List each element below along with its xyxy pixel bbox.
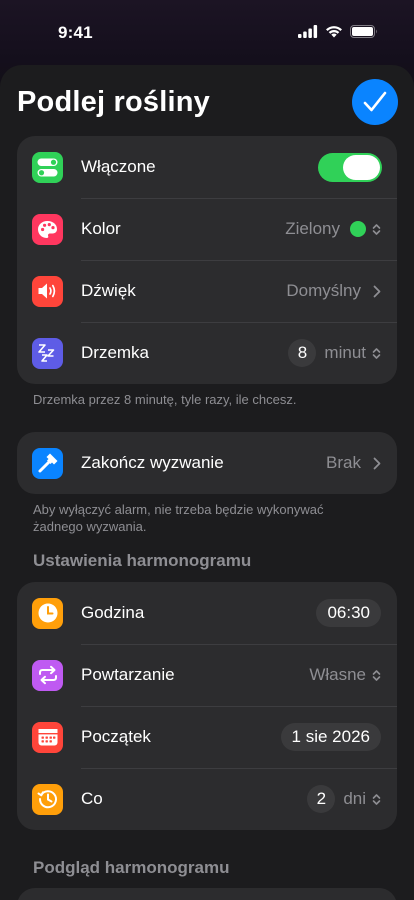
- wifi-icon: [326, 26, 342, 38]
- color-picker[interactable]: Zielony: [285, 219, 381, 239]
- challenge-group: Zakończ wyzwanie Brak: [17, 432, 397, 494]
- chevron-right-icon: [373, 457, 381, 469]
- start-label: Początek: [81, 727, 151, 746]
- color-label: Kolor: [81, 219, 121, 238]
- page-title: Podlej rośliny: [17, 86, 210, 118]
- challenge-footnote: Aby wyłączyć alarm, nie trzeba będzie wy…: [33, 502, 324, 534]
- repeat-icon: [32, 659, 63, 691]
- challenge-value: Brak: [326, 453, 361, 472]
- toggle-icon: [32, 151, 63, 183]
- snooze-label: Drzemka: [81, 343, 150, 362]
- snooze-unit: minut: [324, 343, 366, 362]
- calendar-icon: [32, 721, 63, 753]
- every-row: Co 2 dni: [17, 768, 397, 830]
- enabled-label: Włączone: [81, 157, 156, 176]
- sound-value: Domyślny: [286, 281, 361, 300]
- alarm-editor-sheet: Podlej rośliny Włączone Kolor Zielony Dź…: [0, 65, 414, 900]
- chevron-up-down-icon: [372, 793, 381, 805]
- toggle-knob: [343, 154, 380, 180]
- status-time: 9:41: [58, 23, 93, 42]
- sound-label: Dźwięk: [81, 281, 136, 300]
- repeat-value: Własne: [309, 665, 366, 684]
- palette-icon: [32, 213, 63, 245]
- status-icons: [298, 25, 378, 38]
- challenge-label: Zakończ wyzwanie: [81, 453, 224, 472]
- time-value[interactable]: 06:30: [316, 599, 381, 627]
- chevron-up-down-icon: [372, 223, 381, 235]
- enabled-toggle[interactable]: [318, 152, 382, 182]
- checkmark-icon: [363, 91, 387, 112]
- sound-row[interactable]: Dźwięk Domyślny: [17, 260, 397, 322]
- schedule-group: Godzina 06:30 Powtarzanie Własne Począte…: [17, 582, 397, 830]
- status-bar: 9:41: [0, 0, 414, 64]
- schedule-section-title: Ustawienia harmonogramu: [33, 551, 252, 570]
- color-row[interactable]: Kolor Zielony: [17, 198, 397, 260]
- enabled-row: Włączone: [17, 136, 397, 198]
- repeat-row[interactable]: Powtarzanie Własne: [17, 644, 397, 706]
- every-label: Co: [81, 789, 103, 808]
- snooze-picker[interactable]: 8 minut: [288, 339, 381, 367]
- preview-group: [17, 888, 397, 900]
- challenge-row[interactable]: Zakończ wyzwanie Brak: [17, 432, 397, 494]
- every-value: 2: [307, 785, 336, 813]
- preview-section-title: Podgląd harmonogramu: [33, 858, 230, 877]
- time-label: Godzina: [81, 603, 145, 622]
- hammer-icon: [32, 447, 63, 479]
- repeat-picker[interactable]: Własne: [309, 665, 381, 685]
- time-row: Godzina 06:30: [17, 582, 397, 644]
- every-picker[interactable]: 2 dni: [307, 785, 381, 813]
- chevron-up-down-icon: [372, 669, 381, 681]
- history-icon: [32, 783, 63, 815]
- repeat-label: Powtarzanie: [81, 665, 175, 684]
- chevron-right-icon: [373, 285, 381, 297]
- done-button[interactable]: [352, 79, 398, 125]
- color-swatch: [350, 221, 366, 237]
- zzz-icon: [32, 337, 63, 369]
- snooze-footnote: Drzemka przez 8 minutę, tyle razy, ile c…: [33, 392, 297, 407]
- snooze-row: Drzemka 8 minut: [17, 322, 397, 384]
- start-value[interactable]: 1 sie 2026: [280, 723, 381, 751]
- chevron-up-down-icon: [372, 347, 381, 359]
- general-settings-group: Włączone Kolor Zielony Dźwięk Domyślny D…: [17, 136, 397, 384]
- every-unit: dni: [343, 789, 366, 808]
- clock-icon: [32, 597, 63, 629]
- start-row: Początek 1 sie 2026: [17, 706, 397, 768]
- snooze-value: 8: [288, 339, 317, 367]
- battery-icon: [350, 25, 377, 38]
- signal-icon: [298, 25, 318, 38]
- speaker-icon: [32, 275, 63, 307]
- color-value: Zielony: [285, 219, 340, 238]
